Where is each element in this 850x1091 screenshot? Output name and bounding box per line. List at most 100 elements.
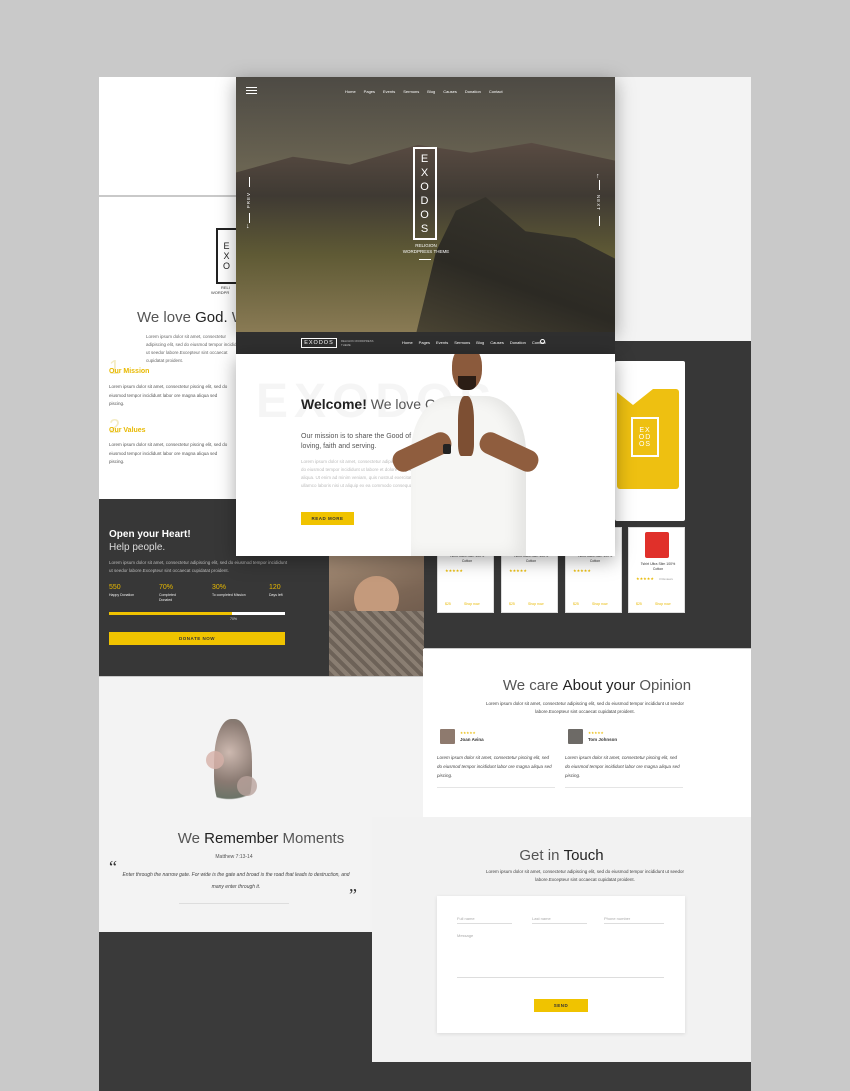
yellow-tshirt-image: EX OD OS <box>613 389 679 489</box>
donate-progress-label: 70% <box>230 617 238 621</box>
last-name-field[interactable]: Last name <box>532 916 587 924</box>
donate-stat: 30% To completed Mission <box>212 584 246 597</box>
scripture-reference: Matthew 7:13-14 <box>215 854 253 860</box>
mission-title: Our Mission <box>109 368 150 375</box>
rating-stars: ★★★★★ <box>460 731 476 735</box>
praying-man-photo <box>386 354 546 556</box>
rating-stars: ★★★★★ <box>636 576 654 581</box>
close-quote-mark: ” <box>349 885 357 905</box>
nav-pages[interactable]: Pages <box>419 340 430 345</box>
review-text: Lorem ipsum dolor sit amet, consectetur … <box>437 755 552 778</box>
reviewer-name: Tom Johnson <box>588 737 618 742</box>
shop-now-link[interactable]: Shop now <box>655 602 671 606</box>
review-avatar <box>440 729 455 744</box>
values-text: Lorem ipsum dolor sit amet, consectetur … <box>109 442 228 464</box>
memorial-artwork <box>202 711 262 821</box>
nav-home[interactable]: Home <box>345 89 356 94</box>
donate-subtitle: Help people. <box>109 542 166 553</box>
price: $25 <box>445 602 451 606</box>
shop-now-link[interactable]: Shop now <box>592 602 608 606</box>
rating-stars: ★★★★★ <box>509 568 527 573</box>
full-name-field[interactable]: Full name <box>457 916 512 924</box>
watch <box>443 444 451 454</box>
prev-label: PREV <box>246 192 251 209</box>
next-label: NEXT <box>596 195 601 212</box>
contact-form: Full name Last name Phone number Message… <box>437 896 685 1033</box>
next-arrow[interactable]: ↑ NEXT <box>596 173 604 237</box>
hero-tagline: RELIGION WORDPRESS THEME <box>402 243 450 254</box>
send-button[interactable]: SEND <box>534 999 588 1012</box>
nav-donation[interactable]: Donation <box>465 89 481 94</box>
featured-product-card[interactable]: EX OD OS <box>613 361 685 521</box>
contact-title: Get in Touch <box>519 847 604 864</box>
hero-tagline-divider <box>419 259 431 260</box>
nav-pages[interactable]: Pages <box>364 89 375 94</box>
hero-logo: EXODOS <box>413 147 437 240</box>
values-title: Our Values <box>109 427 146 434</box>
top-nav: Home Pages Events Sermons Blog Causes Do… <box>345 89 503 94</box>
open-quote-mark: “ <box>109 857 117 877</box>
shop-now-link[interactable]: Shop now <box>528 602 544 606</box>
rating-stars: ★★★★★ <box>445 568 463 573</box>
nav-logo-tagline: RELIGION WORDPRESS THEME <box>341 339 374 347</box>
donate-title: Open your Heart! <box>109 529 191 540</box>
main-nav-bar: EXODOS RELIGION WORDPRESS THEME Home Pag… <box>236 332 615 354</box>
product-name: Tshirt Ultra Slim 100% Cotton <box>640 562 676 571</box>
menu-icon[interactable] <box>246 87 257 94</box>
nav-events[interactable]: Events <box>436 340 448 345</box>
donate-progress-track <box>109 612 285 615</box>
price: $25 <box>573 602 579 606</box>
product-card[interactable]: Tshirt Ultra Slim 100% Cotton ★★★★★ 3 Re… <box>628 527 685 613</box>
welcome-panel: EXODOS Welcome! We love God. Our mission… <box>236 354 615 556</box>
nav-logo[interactable]: EXODOS <box>301 338 337 348</box>
scripture-quote: Enter through the narrow gate. For wide … <box>122 872 350 890</box>
shop-now-link[interactable]: Shop now <box>464 602 480 606</box>
about-logo: EXO <box>216 228 236 284</box>
rating-stars: ★★★★★ <box>573 568 591 573</box>
nav-home[interactable]: Home <box>402 340 413 345</box>
review-text: Lorem ipsum dolor sit amet, consectetur … <box>565 755 680 778</box>
hands <box>458 396 474 456</box>
about-intro: Lorem ipsum dolor sit amet, consectetur … <box>146 334 239 363</box>
about-panel: EXO RELIWORDPR We love God. W Lorem ipsu… <box>99 197 239 499</box>
nav-blog[interactable]: Blog <box>427 89 435 94</box>
shirt-logo: EX OD OS <box>631 417 659 457</box>
read-more-button[interactable]: READ MORE <box>301 512 354 525</box>
top-left-blank-panel <box>99 77 236 195</box>
about-logo-tag: RELI WORDPR <box>211 285 230 295</box>
phone-field[interactable]: Phone number <box>604 916 664 924</box>
nav-events[interactable]: Events <box>383 89 395 94</box>
contact-panel: Get in Touch Lorem ipsum dolor sit amet,… <box>372 817 751 1062</box>
mission-text: Lorem ipsum dolor sit amet, consectetur … <box>109 384 228 406</box>
nav-causes[interactable]: Causes <box>490 340 504 345</box>
opinion-intro: Lorem ipsum dolor sit amet, consectetur … <box>485 701 685 714</box>
top-right-blank-panel <box>615 77 751 342</box>
opinion-panel: We care About your Opinion Lorem ipsum d… <box>423 649 751 817</box>
nav-contact[interactable]: Contact <box>489 89 503 94</box>
nav-causes[interactable]: Causes <box>443 89 457 94</box>
beard <box>458 376 476 390</box>
reviewer-name: Joan Avina <box>460 737 484 742</box>
nav-donation[interactable]: Donation <box>510 340 526 345</box>
donate-progress-fill <box>109 612 233 615</box>
message-field[interactable]: Message <box>457 933 664 978</box>
search-icon[interactable] <box>540 339 545 344</box>
review-divider <box>437 787 555 788</box>
child-photo <box>329 556 424 676</box>
arrow-up-icon: ↑ <box>596 173 600 180</box>
prev-arrow[interactable]: PREV ↓ <box>246 177 254 237</box>
donate-stat: 70% Completed Donated <box>159 584 176 602</box>
donate-text: Lorem ipsum dolor sit amet, consectetur … <box>109 560 288 573</box>
nav-sermons[interactable]: Sermons <box>454 340 470 345</box>
review-count: 3 Reviews <box>659 577 673 581</box>
nav-blog[interactable]: Blog <box>476 340 484 345</box>
about-title: We love God. W <box>137 309 239 326</box>
donate-stat: 550 Happy Donation <box>109 584 135 597</box>
main-nav-links: Home Pages Events Sermons Blog Causes Do… <box>402 340 546 345</box>
nav-sermons[interactable]: Sermons <box>403 89 419 94</box>
review-divider <box>565 787 683 788</box>
donate-now-button[interactable]: DONATE NOW <box>109 632 285 645</box>
hero-panel: Home Pages Events Sermons Blog Causes Do… <box>236 77 615 334</box>
price: $25 <box>636 602 642 606</box>
tshirt-image <box>644 532 669 558</box>
